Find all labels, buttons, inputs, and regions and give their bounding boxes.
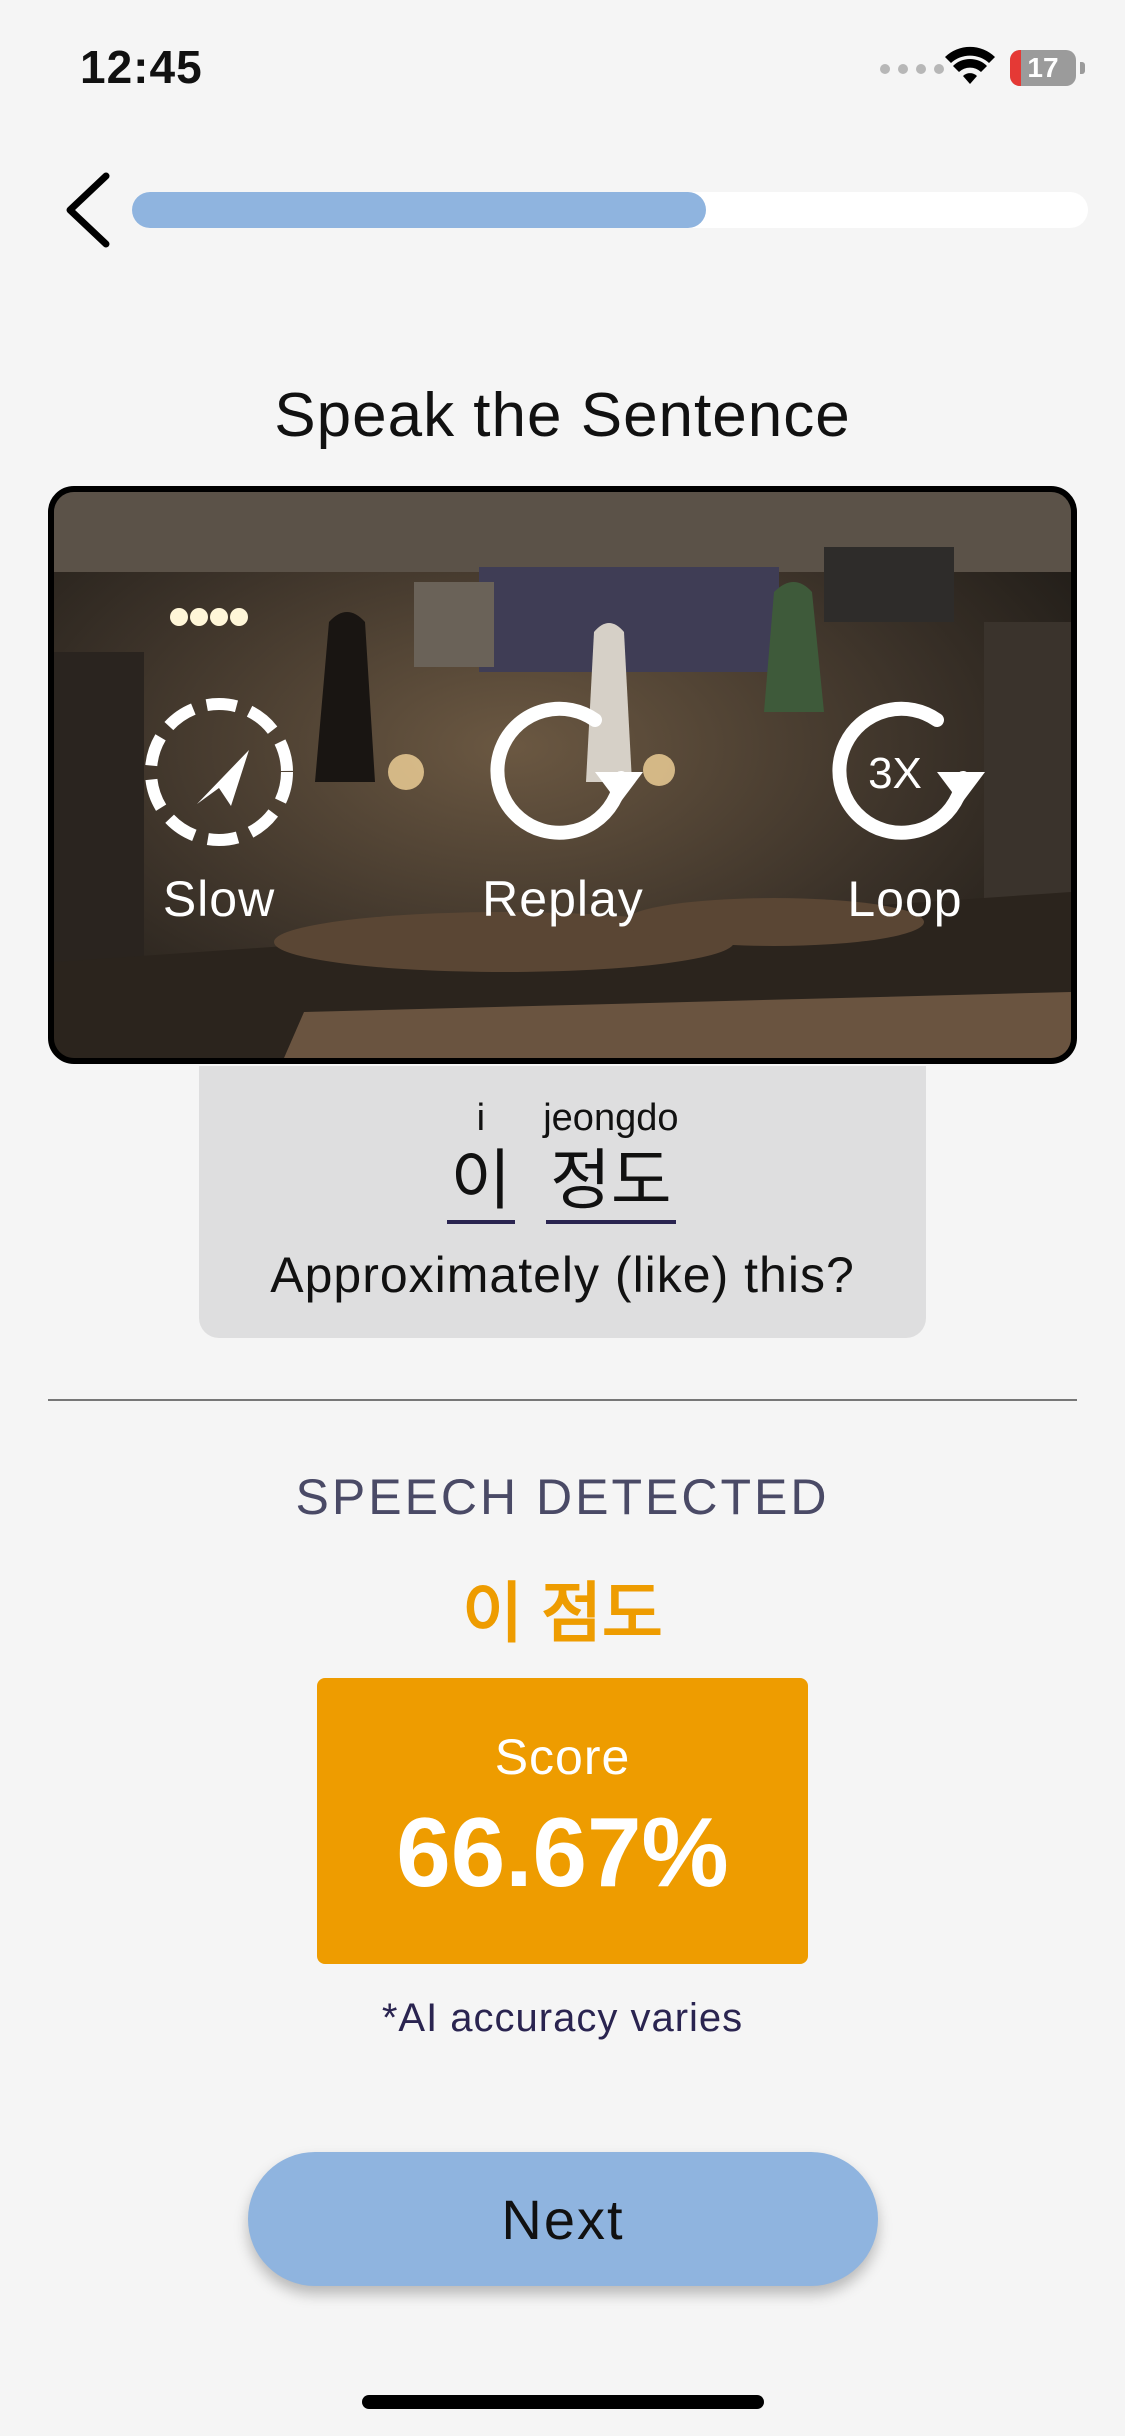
- signal-dots-icon: [880, 64, 944, 74]
- video-player[interactable]: Slow Replay 3X Loop: [48, 486, 1077, 1064]
- slow-playback-icon: [145, 698, 293, 846]
- loop-label: Loop: [847, 871, 963, 927]
- phrase-translation: Approximately (like) this?: [270, 1247, 855, 1303]
- speech-detected-label: SPEECH DETECTED: [295, 1469, 830, 1525]
- score-label: Score: [494, 1729, 631, 1785]
- loop-3x-icon: 3X: [832, 701, 985, 840]
- lesson-progress-bar: [132, 192, 1088, 228]
- score-card: Score 66.67%: [317, 1678, 808, 1964]
- phrase-card: i 이 jeongdo 정도 Approximately (like) this…: [199, 1066, 926, 1338]
- phrase-word[interactable]: jeongdo 정도: [543, 1096, 678, 1224]
- word-hangul: 정도: [546, 1140, 676, 1224]
- phrase-words: i 이 jeongdo 정도: [199, 1096, 926, 1224]
- chevron-left-icon: [66, 172, 110, 248]
- replay-button[interactable]: Replay: [448, 692, 678, 928]
- home-indicator[interactable]: [362, 2395, 764, 2409]
- battery-icon: 17: [1010, 50, 1076, 86]
- replay-label: Replay: [482, 871, 644, 927]
- page-title: Speak the Sentence: [274, 381, 851, 450]
- lesson-progress-fill: [132, 192, 706, 228]
- loop-badge: 3X: [868, 749, 922, 798]
- word-hangul: 이: [446, 1140, 516, 1224]
- slow-button[interactable]: Slow: [104, 692, 334, 928]
- speech-detected-text: 이 점도: [462, 1576, 663, 1650]
- wifi-icon: [945, 46, 995, 84]
- status-time: 12:45: [80, 41, 203, 93]
- word-romanization: jeongdo: [543, 1097, 679, 1139]
- battery-level: 17: [1027, 52, 1059, 83]
- slow-label: Slow: [162, 871, 276, 927]
- back-button[interactable]: [48, 165, 128, 255]
- next-button[interactable]: Next: [248, 2152, 878, 2286]
- score-value: 66.67%: [396, 1797, 729, 1907]
- loop-button[interactable]: 3X Loop: [790, 692, 1020, 928]
- status-bar: 12:45 17: [0, 0, 1125, 140]
- replay-icon: [490, 701, 643, 840]
- accuracy-disclaimer: *AI accuracy varies: [381, 1996, 744, 2040]
- word-romanization: i: [476, 1097, 486, 1139]
- divider: [48, 1399, 1077, 1401]
- phrase-word[interactable]: i 이: [446, 1096, 516, 1224]
